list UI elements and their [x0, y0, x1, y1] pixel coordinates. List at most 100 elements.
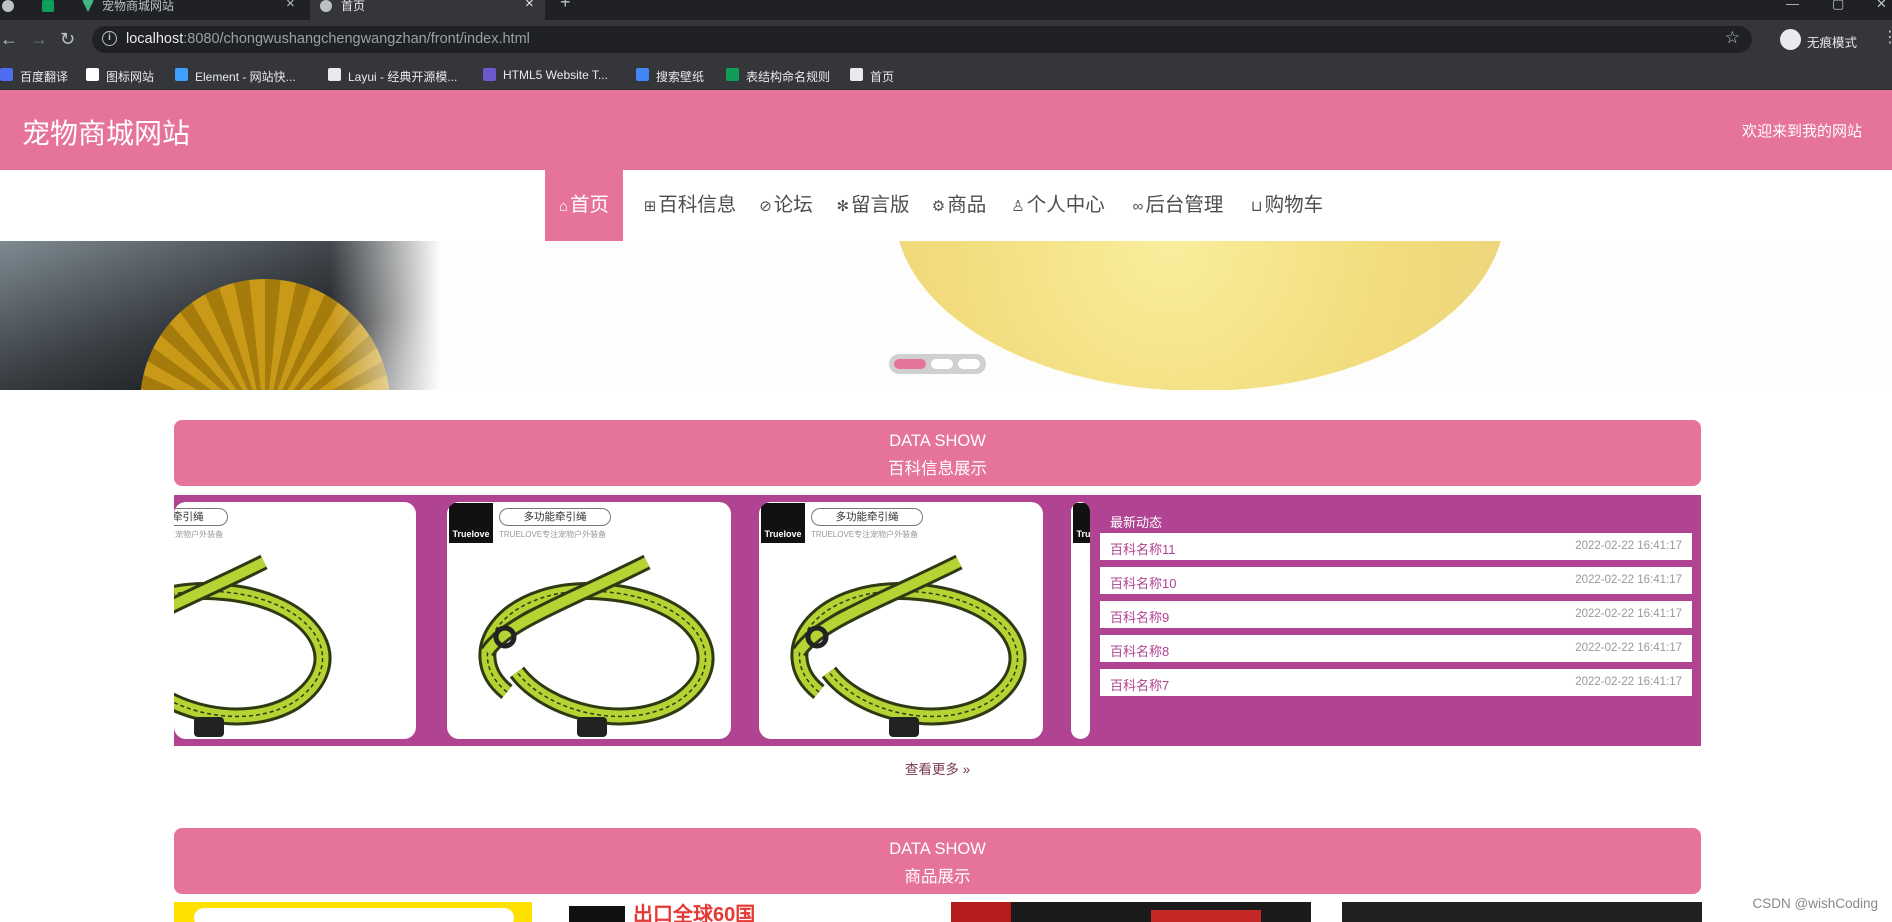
goods-item[interactable] [174, 902, 532, 922]
welcome-text: 欢迎来到我的网站 [1741, 123, 1862, 140]
carousel-dot-3[interactable] [958, 359, 980, 369]
banner-carousel[interactable] [0, 241, 1892, 390]
brand-logo: Truelove [1073, 503, 1090, 543]
nav-label: 后台管理 [1145, 194, 1224, 216]
wallpaper-icon [636, 68, 649, 81]
product-tag: 多功能牵引绳 [174, 508, 228, 526]
tab-title: 宠物商城网站 [102, 0, 175, 13]
nav-label: 商品 [947, 194, 987, 216]
maximize-icon[interactable]: ▢ [1832, 0, 1844, 12]
new-tab-button[interactable]: + [560, 0, 580, 16]
bookmark-star-icon[interactable]: ☆ [1725, 28, 1740, 48]
chrome-menu-icon[interactable] [0, 0, 22, 20]
nav-cart-icon: ⊔ [1250, 198, 1263, 215]
nav-label: 首页 [570, 194, 610, 216]
nav-item-personal-center[interactable]: ♙ 个人中心 [1003, 170, 1113, 241]
layui-icon [328, 68, 341, 81]
news-name: 百科名称8 [1110, 644, 1170, 659]
news-row[interactable]: 百科名称7 2022-02-22 16:41:17 [1100, 669, 1692, 696]
window-close-icon[interactable]: ✕ [1876, 0, 1887, 12]
news-date: 2022-02-22 16:41:17 [1575, 540, 1682, 552]
close-tab-icon[interactable]: × [286, 0, 295, 11]
news-date: 2022-02-22 16:41:17 [1575, 642, 1682, 654]
browser-tab-bar: 宠物商城网站 × 首页 × + — ▢ ✕ [0, 0, 1892, 20]
product-tag: 多功能牵引绳 [811, 508, 923, 526]
carousel-dot-2[interactable] [931, 359, 953, 369]
nav-message-board-icon: ✻ [836, 198, 850, 215]
nav-item-cart[interactable]: ⊔ 购物车 [1242, 170, 1332, 241]
forward-icon[interactable]: → [30, 28, 48, 50]
wiki-section-header: DATA SHOW 百科信息展示 [174, 420, 1701, 486]
bookmarks-bar: 百度翻译 图标网站 Element - 网站快... Layui - 经典开源模...… [0, 60, 1892, 90]
nav-item-home[interactable]: ⌂ 首页 [545, 170, 623, 241]
tab-sheet[interactable] [30, 0, 78, 20]
leash-image [174, 554, 332, 737]
news-name: 百科名称9 [1110, 610, 1170, 625]
nav-forum-icon: ⊘ [759, 198, 772, 215]
nav-home-icon: ⌂ [558, 198, 569, 215]
site-header: 宠物商城网站 欢迎来到我的网站 [0, 90, 1892, 170]
goods-item[interactable] [951, 902, 1311, 922]
section-en-title: DATA SHOW [889, 432, 986, 450]
news-name: 百科名称11 [1110, 542, 1176, 557]
brand-logo: Truelove [449, 503, 493, 543]
nav-wiki-icon: ⊞ [643, 198, 657, 215]
nav-item-forum[interactable]: ⊘ 论坛 [751, 170, 821, 241]
news-row[interactable]: 百科名称11 2022-02-22 16:41:17 [1100, 533, 1692, 560]
nav-label: 论坛 [773, 194, 813, 216]
address-bar: ← → ↻ i localhost:8080/chongwushangcheng… [0, 20, 1892, 60]
globe-icon [850, 68, 863, 81]
leash-image [478, 554, 715, 737]
html5-icon [483, 68, 496, 81]
close-tab-icon[interactable]: × [525, 0, 534, 11]
tab-home[interactable]: 首页 × [310, 0, 545, 20]
back-icon[interactable]: ← [0, 28, 18, 50]
wiki-card[interactable]: Truelove多功能牵引绳TRUELOVE专注宠物户外装备 [759, 502, 1043, 739]
nav-personal-center-icon: ♙ [1011, 198, 1025, 215]
nav-label: 留言版 [851, 194, 910, 216]
news-date: 2022-02-22 16:41:17 [1575, 574, 1682, 586]
moon-image [895, 241, 1505, 390]
news-row[interactable]: 百科名称8 2022-02-22 16:41:17 [1100, 635, 1692, 662]
news-row[interactable]: 百科名称9 2022-02-22 16:41:17 [1100, 601, 1692, 628]
tab-shop-site[interactable]: 宠物商城网站 × [78, 0, 308, 20]
minimize-icon[interactable]: — [1786, 0, 1799, 11]
site-title[interactable]: 宠物商城网站 [22, 112, 190, 152]
carousel-dot-1[interactable] [894, 359, 926, 369]
goods-section-header: DATA SHOW 商品展示 [174, 828, 1701, 894]
main-nav: ⌂ 首页 ⊞ 百科信息 ⊘ 论坛 ✻ 留言版 ⚙ 商品 ♙ 个人中心 ∞ 后台管理 ⊔ 购物车 [0, 170, 1892, 241]
ink-painting-image [0, 241, 440, 390]
nav-item-goods[interactable]: ⚙ 商品 [924, 170, 994, 241]
site-info-icon[interactable]: i [102, 31, 117, 46]
news-row[interactable]: 百科名称10 2022-02-22 16:41:17 [1100, 567, 1692, 594]
section-cn-title: 商品展示 [904, 868, 971, 886]
goods-item[interactable] [1342, 902, 1702, 922]
leash-image [1071, 542, 1090, 739]
sheet-icon [726, 68, 739, 81]
nav-item-message-board[interactable]: ✻ 留言版 [829, 170, 917, 241]
vue-icon [82, 0, 94, 12]
element-icon [175, 68, 188, 81]
csdn-watermark: CSDN @wishCoding [1752, 896, 1879, 911]
globe-icon [320, 0, 332, 12]
nav-item-admin[interactable]: ∞ 后台管理 [1122, 170, 1234, 241]
nav-label: 购物车 [1264, 194, 1324, 216]
leash-image [790, 554, 1027, 737]
nav-admin-icon: ∞ [1132, 198, 1144, 215]
product-subtitle: TRUELOVE专注宠物户外装备 [811, 530, 919, 539]
goods-item[interactable]: 出口全球60国 [567, 902, 925, 922]
incognito-icon [1780, 29, 1801, 50]
browser-menu-icon[interactable]: ⋮ [1882, 27, 1892, 47]
nav-item-wiki[interactable]: ⊞ 百科信息 [636, 170, 744, 241]
url-input[interactable]: i localhost:8080/chongwushangchengwangzh… [92, 26, 1752, 53]
goods-promo-text: 出口全球60国 [633, 904, 756, 922]
translate-icon [0, 68, 13, 81]
nav-label: 个人中心 [1026, 194, 1105, 216]
nav-goods-icon: ⚙ [931, 198, 946, 215]
wiki-card[interactable]: Truelove多功能牵引绳TRUELOVE专注宠物户外装备 [1071, 502, 1090, 739]
product-subtitle: TRUELOVE专注宠物户外装备 [499, 530, 607, 539]
wiki-card[interactable]: Truelove多功能牵引绳TRUELOVE专注宠物户外装备 [447, 502, 731, 739]
view-more-link[interactable]: 查看更多 » [0, 758, 1875, 778]
wiki-card[interactable]: Truelove多功能牵引绳TRUELOVE专注宠物户外装备 [174, 502, 416, 739]
reload-icon[interactable]: ↻ [60, 28, 75, 50]
